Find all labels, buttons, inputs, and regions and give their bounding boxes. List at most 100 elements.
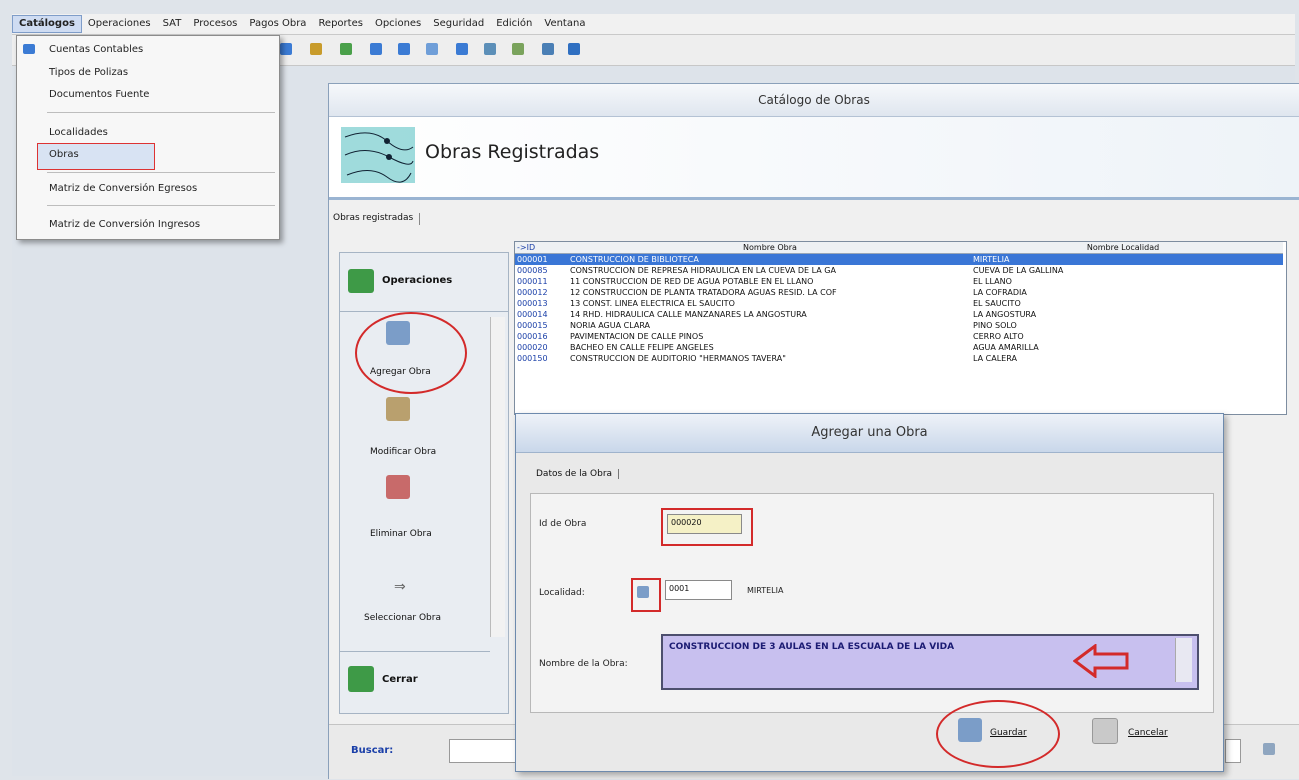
toolbar-icon-5[interactable] bbox=[398, 43, 410, 55]
cell-localidad: LA CALERA bbox=[973, 354, 1017, 363]
toolbar-icon-4[interactable] bbox=[370, 43, 382, 55]
dd-matriz-ingresos[interactable]: Matriz de Conversión Ingresos bbox=[49, 219, 200, 230]
arrow-right-icon: ⇒ bbox=[394, 579, 406, 595]
toolbar-icon-9[interactable] bbox=[512, 43, 524, 55]
cell-nombre: NORIA AGUA CLARA bbox=[570, 321, 651, 330]
table-row[interactable]: 000015 NORIA AGUA CLARA PINO SOLO bbox=[515, 320, 1283, 331]
dd-obras[interactable]: Obras bbox=[49, 149, 79, 160]
annotation-ellipse-add bbox=[355, 312, 467, 394]
dd-tipos-polizas[interactable]: Tipos de Polizas bbox=[49, 67, 128, 78]
menu-catalogos[interactable]: Catálogos bbox=[12, 15, 82, 33]
tab-obras-registradas[interactable]: Obras registradas bbox=[333, 213, 421, 225]
table-row[interactable]: 000150 CONSTRUCCION DE AUDITORIO "HERMANO… bbox=[515, 353, 1283, 364]
cell-localidad: EL SAUCITO bbox=[973, 299, 1021, 308]
dd-cuentas-contables[interactable]: Cuentas Contables bbox=[49, 44, 143, 55]
table-row[interactable]: 000013 13 CONST. LINEA ELECTRICA EL SAUCI… bbox=[515, 298, 1283, 309]
table-row[interactable]: 000085 CONSTRUCCION DE REPRESA HIDRAULICA… bbox=[515, 265, 1283, 276]
localidad-code-field[interactable]: 0001 bbox=[665, 580, 732, 600]
dd-matriz-egresos[interactable]: Matriz de Conversión Egresos bbox=[49, 183, 197, 194]
localidad-name: MIRTELIA bbox=[747, 586, 784, 595]
cell-id: 000016 bbox=[517, 332, 548, 341]
dialog-body: Id de Obra 000020 Localidad: 0001 MIRTEL… bbox=[530, 493, 1214, 713]
catalog-header: Obras Registradas bbox=[329, 117, 1299, 200]
grid-icon bbox=[23, 44, 35, 54]
nombre-obra-field[interactable]: CONSTRUCCION DE 3 AULAS EN LA ESCUALA DE… bbox=[661, 634, 1199, 690]
catalog-tabstrip: Obras registradas bbox=[329, 201, 1299, 231]
cell-localidad: PINO SOLO bbox=[973, 321, 1017, 330]
search-input[interactable] bbox=[449, 739, 521, 763]
nombre-obra-value: CONSTRUCCION DE 3 AULAS EN LA ESCUALA DE… bbox=[669, 642, 955, 652]
toolbar-icon-3[interactable] bbox=[340, 43, 352, 55]
select-obra-label[interactable]: Seleccionar Obra bbox=[364, 613, 441, 623]
cell-id: 000020 bbox=[517, 343, 548, 352]
table-row[interactable]: 000012 12 CONSTRUCCION DE PLANTA TRATADOR… bbox=[515, 287, 1283, 298]
menu-procesos[interactable]: Procesos bbox=[187, 14, 243, 34]
close-button[interactable]: Cerrar bbox=[382, 674, 418, 685]
menu-opciones[interactable]: Opciones bbox=[369, 14, 427, 34]
id-obra-label: Id de Obra bbox=[539, 519, 587, 529]
obras-grid: ->ID Nombre Obra Nombre Localidad 000001… bbox=[514, 241, 1287, 415]
operations-scrollbar[interactable] bbox=[490, 317, 505, 637]
table-row[interactable]: 000011 11 CONSTRUCCION DE RED DE AGUA POT… bbox=[515, 276, 1283, 287]
lookup-icon[interactable] bbox=[637, 586, 649, 598]
table-row[interactable]: 000014 14 RHD. HIDRAULICA CALLE MANZANARE… bbox=[515, 309, 1283, 320]
table-row[interactable]: 000001 CONSTRUCCION DE BIBLIOTECA MIRTELIA bbox=[515, 254, 1283, 265]
table-row[interactable]: 000020 BACHEO EN CALLE FELIPE ANGELES AGUA… bbox=[515, 342, 1283, 353]
page-title: Obras Registradas bbox=[425, 141, 600, 163]
cell-nombre: BACHEO EN CALLE FELIPE ANGELES bbox=[570, 343, 714, 352]
operations-label: Operaciones bbox=[382, 275, 453, 286]
cell-id: 000001 bbox=[517, 255, 548, 264]
network-logo-icon bbox=[341, 127, 415, 183]
dd-separator bbox=[47, 205, 275, 206]
dd-separator bbox=[47, 172, 275, 173]
menu-operaciones[interactable]: Operaciones bbox=[82, 14, 157, 34]
cell-localidad: LA COFRADIA bbox=[973, 288, 1027, 297]
menu-ventana[interactable]: Ventana bbox=[538, 14, 591, 34]
dd-localidades[interactable]: Localidades bbox=[49, 127, 108, 138]
delete-db-icon bbox=[386, 475, 410, 499]
search-input-end[interactable] bbox=[1225, 739, 1241, 763]
save-icon[interactable] bbox=[958, 718, 982, 742]
column-header-id[interactable]: ->ID bbox=[517, 242, 565, 253]
cancel-icon[interactable] bbox=[1092, 718, 1118, 744]
id-obra-field[interactable]: 000020 bbox=[667, 514, 742, 534]
cell-id: 000013 bbox=[517, 299, 548, 308]
modify-obra-label[interactable]: Modificar Obra bbox=[370, 447, 436, 457]
catalog-title: Catálogo de Obras bbox=[329, 84, 1299, 117]
column-header-nombre[interactable]: Nombre Obra bbox=[570, 242, 970, 253]
table-row[interactable]: 000016 PAVIMENTACION DE CALLE PINOS CERRO … bbox=[515, 331, 1283, 342]
cell-nombre: 11 CONSTRUCCION DE RED DE AGUA POTABLE E… bbox=[570, 277, 814, 286]
cell-localidad: LA ANGOSTURA bbox=[973, 310, 1037, 319]
toolbar-icon-2[interactable] bbox=[310, 43, 322, 55]
cell-localidad: EL LLANO bbox=[973, 277, 1012, 286]
toolbar-icon-1[interactable] bbox=[280, 43, 292, 55]
tab-datos-obra[interactable]: Datos de la Obra bbox=[536, 469, 620, 479]
nombre-obra-label: Nombre de la Obra: bbox=[539, 659, 628, 669]
cancel-button[interactable]: Cancelar bbox=[1128, 728, 1168, 738]
toolbar-icon-6[interactable] bbox=[426, 43, 438, 55]
close-db-icon bbox=[348, 666, 374, 692]
save-button[interactable]: Guardar bbox=[990, 728, 1027, 738]
localidad-label: Localidad: bbox=[539, 588, 585, 598]
cell-nombre: 12 CONSTRUCCION DE PLANTA TRATADORA AGUA… bbox=[570, 288, 837, 297]
cell-localidad: MIRTELIA bbox=[973, 255, 1010, 264]
toolbar-icon-11[interactable] bbox=[568, 43, 580, 55]
cell-id: 000085 bbox=[517, 266, 548, 275]
toolbar-icon-8[interactable] bbox=[484, 43, 496, 55]
menu-reportes[interactable]: Reportes bbox=[312, 14, 369, 34]
dd-documentos-fuente[interactable]: Documentos Fuente bbox=[49, 89, 149, 100]
delete-obra-label[interactable]: Eliminar Obra bbox=[370, 529, 432, 539]
cell-nombre: 13 CONST. LINEA ELECTRICA EL SAUCITO bbox=[570, 299, 735, 308]
menu-sat[interactable]: SAT bbox=[157, 14, 188, 34]
toolbar-icon-7[interactable] bbox=[456, 43, 468, 55]
menu-edicion[interactable]: Edición bbox=[490, 14, 538, 34]
search-icon[interactable] bbox=[1263, 743, 1275, 755]
menu-seguridad[interactable]: Seguridad bbox=[427, 14, 490, 34]
menu-pagos-obra[interactable]: Pagos Obra bbox=[243, 14, 312, 34]
cell-id: 000012 bbox=[517, 288, 548, 297]
toolbar-icon-10[interactable] bbox=[542, 43, 554, 55]
column-header-localidad[interactable]: Nombre Localidad bbox=[973, 242, 1273, 253]
nombre-scrollbar[interactable] bbox=[1175, 638, 1192, 682]
cell-id: 000015 bbox=[517, 321, 548, 330]
grid-header: ->ID Nombre Obra Nombre Localidad bbox=[515, 242, 1283, 254]
